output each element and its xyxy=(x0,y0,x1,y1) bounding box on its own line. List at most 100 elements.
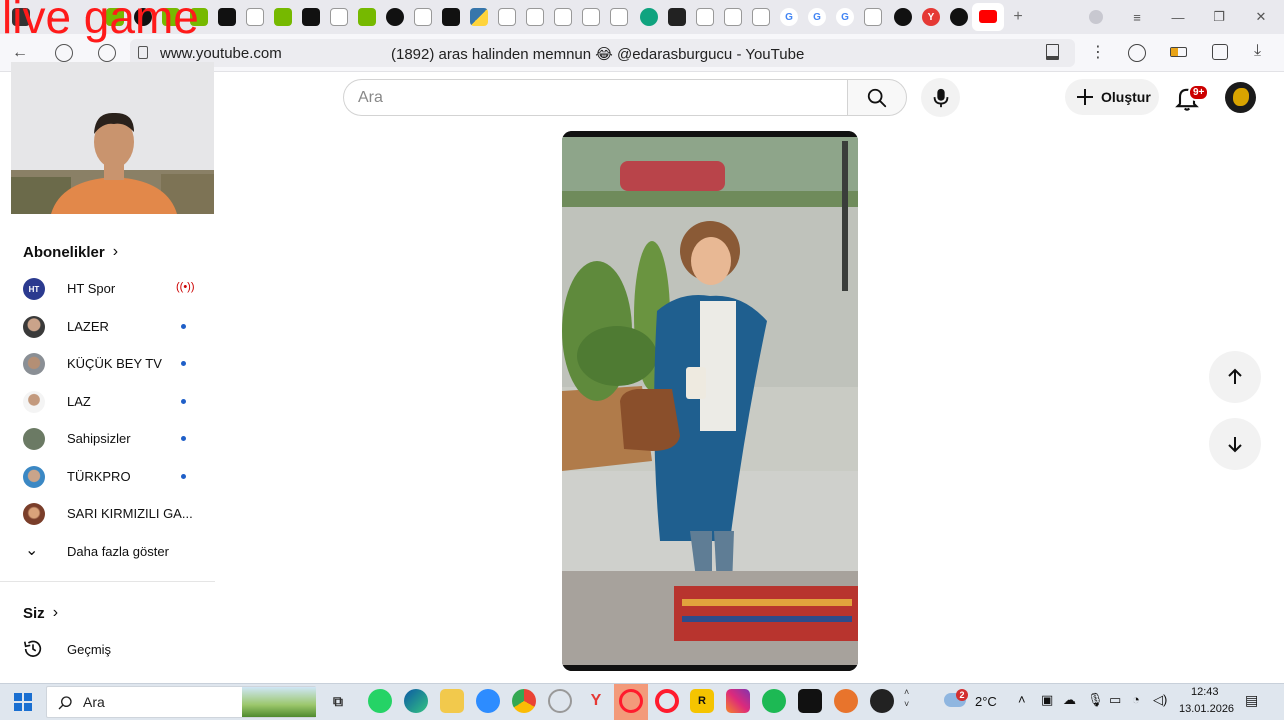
sidebar-item-sari-kirmizili[interactable]: SARI KIRMIZILI GA... xyxy=(0,495,214,532)
sidebar-item-turkpro[interactable]: TÜRKPRO xyxy=(0,458,214,495)
tab-icon[interactable] xyxy=(386,8,404,26)
show-more-button[interactable]: ⌄ Daha fazla göster xyxy=(0,533,214,570)
active-tab[interactable] xyxy=(972,3,1004,31)
app-icon[interactable] xyxy=(870,689,894,713)
page-tab-icon[interactable] xyxy=(724,8,742,26)
python-tab-icon[interactable] xyxy=(470,8,488,26)
channel-avatar xyxy=(23,503,45,525)
restore-icon[interactable]: ❐ xyxy=(1208,6,1230,28)
opera-icon[interactable] xyxy=(655,689,679,713)
minimize-icon[interactable]: — xyxy=(1167,6,1189,28)
zoom-icon[interactable] xyxy=(476,689,500,713)
page-tab-icon[interactable] xyxy=(864,8,882,26)
wifi-icon[interactable]: ◔ xyxy=(1132,692,1140,707)
bookmark-icon[interactable] xyxy=(1046,44,1059,60)
next-video-button[interactable] xyxy=(1209,418,1261,470)
sidebar-item-ht-spor[interactable]: HT HT Spor ((•)) xyxy=(0,270,214,307)
tab-icon[interactable] xyxy=(894,8,912,26)
app-icon[interactable] xyxy=(834,689,858,713)
close-icon[interactable]: ✕ xyxy=(1250,6,1272,28)
extensions-icon[interactable] xyxy=(1212,44,1228,60)
page-tab-icon[interactable] xyxy=(752,8,770,26)
new-tab-button[interactable]: + xyxy=(1009,8,1027,26)
nvidia-tab-icon[interactable] xyxy=(358,8,376,26)
app-icon[interactable] xyxy=(798,689,822,713)
google-tab-icon[interactable]: G xyxy=(780,8,798,26)
tab-icon[interactable] xyxy=(302,8,320,26)
lock-icon[interactable] xyxy=(138,46,148,59)
page-tab-icon[interactable] xyxy=(414,8,432,26)
page-tab-icon[interactable] xyxy=(696,8,714,26)
sidebar-item-laz[interactable]: LAZ xyxy=(0,383,214,420)
tab-icon[interactable] xyxy=(950,8,968,26)
media-icon[interactable] xyxy=(1128,44,1146,62)
battery-icon[interactable]: ▭ xyxy=(1109,692,1121,708)
page-tab-icon[interactable] xyxy=(498,8,516,26)
page-tab-icon[interactable] xyxy=(526,8,544,26)
page-tab-icon[interactable] xyxy=(246,8,264,26)
search-box[interactable] xyxy=(343,79,848,116)
whatsapp-icon[interactable] xyxy=(368,689,392,713)
you-header[interactable]: Siz › xyxy=(23,604,58,622)
spotify-icon[interactable] xyxy=(762,689,786,713)
microphone-icon[interactable]: 🎙 xyxy=(1087,692,1104,708)
search-input[interactable] xyxy=(358,87,828,109)
weather-temperature[interactable]: 2°C xyxy=(975,694,997,709)
windows-start-icon[interactable] xyxy=(14,693,32,711)
taskbar-overflow-icon[interactable]: ˄ ˅ xyxy=(904,686,909,710)
downloads-icon[interactable]: ⤓ xyxy=(1254,42,1261,60)
tab-icon[interactable] xyxy=(218,8,236,26)
battery-saver-icon[interactable] xyxy=(1170,47,1187,57)
app-icon[interactable] xyxy=(548,689,572,713)
opera-gx-icon[interactable] xyxy=(619,689,643,713)
url-text[interactable]: www.youtube.com xyxy=(160,45,282,62)
tab-icon[interactable] xyxy=(640,8,658,26)
taskbar-search-box[interactable]: Ara xyxy=(46,686,316,718)
create-button[interactable]: Oluştur xyxy=(1065,79,1159,115)
page-tab-icon[interactable] xyxy=(330,8,348,26)
history-icon xyxy=(23,640,42,657)
google-tab-icon[interactable]: G xyxy=(808,8,826,26)
page-tab-icon[interactable] xyxy=(582,8,600,26)
tray-app-icon[interactable]: ▣ xyxy=(1041,692,1053,708)
new-content-dot xyxy=(181,324,186,329)
webcam-feed xyxy=(11,62,214,214)
notification-center-icon[interactable]: ▤ xyxy=(1245,692,1258,709)
onedrive-icon[interactable]: ☁ xyxy=(1063,692,1076,708)
tab-icon[interactable] xyxy=(668,8,686,26)
sidebar-item-sahipsizler[interactable]: Sahipsizler xyxy=(0,420,214,457)
refresh-icon[interactable] xyxy=(98,44,116,62)
chevron-right-icon: › xyxy=(52,604,59,621)
shorts-video-player[interactable] xyxy=(562,131,858,671)
voice-search-button[interactable] xyxy=(921,78,960,117)
google-tab-icon[interactable]: G xyxy=(836,8,854,26)
tab-icon[interactable] xyxy=(442,8,460,26)
sidebar-item-history[interactable]: Geçmiş xyxy=(0,631,214,668)
volume-icon[interactable]: ◁) xyxy=(1153,692,1167,708)
more-options-icon[interactable]: ⋮ xyxy=(1090,42,1106,62)
app-icon[interactable]: R xyxy=(690,689,714,713)
clock-time[interactable]: 12:43 xyxy=(1191,686,1219,698)
page-tab-icon[interactable] xyxy=(610,8,628,26)
search-button[interactable] xyxy=(847,79,907,116)
tray-expand-icon[interactable]: ˄ xyxy=(1018,692,1026,707)
sidebar-item-kucuk-bey-tv[interactable]: KÜÇÜK BEY TV xyxy=(0,345,214,382)
yandex-icon[interactable] xyxy=(55,44,73,62)
back-icon[interactable]: ← xyxy=(12,44,28,62)
yandex-icon[interactable]: Y xyxy=(584,689,608,713)
clock-date[interactable]: 13.01.2026 xyxy=(1179,703,1234,715)
menu-icon[interactable]: ≡ xyxy=(1126,6,1148,28)
chrome-icon[interactable] xyxy=(512,689,536,713)
instagram-icon[interactable] xyxy=(726,689,750,713)
page-tab-icon[interactable] xyxy=(554,8,572,26)
profile-icon[interactable] xyxy=(1085,6,1107,28)
yandex-tab-icon[interactable]: Y xyxy=(922,8,940,26)
edge-icon[interactable] xyxy=(404,689,428,713)
sidebar-item-lazer[interactable]: LAZER xyxy=(0,308,214,345)
file-explorer-icon[interactable] xyxy=(440,689,464,713)
account-avatar[interactable] xyxy=(1225,82,1256,113)
task-view-icon[interactable]: ⧉ xyxy=(326,689,350,713)
nvidia-tab-icon[interactable] xyxy=(274,8,292,26)
subscriptions-header[interactable]: Abonelikler › xyxy=(23,243,118,261)
previous-video-button[interactable] xyxy=(1209,351,1261,403)
